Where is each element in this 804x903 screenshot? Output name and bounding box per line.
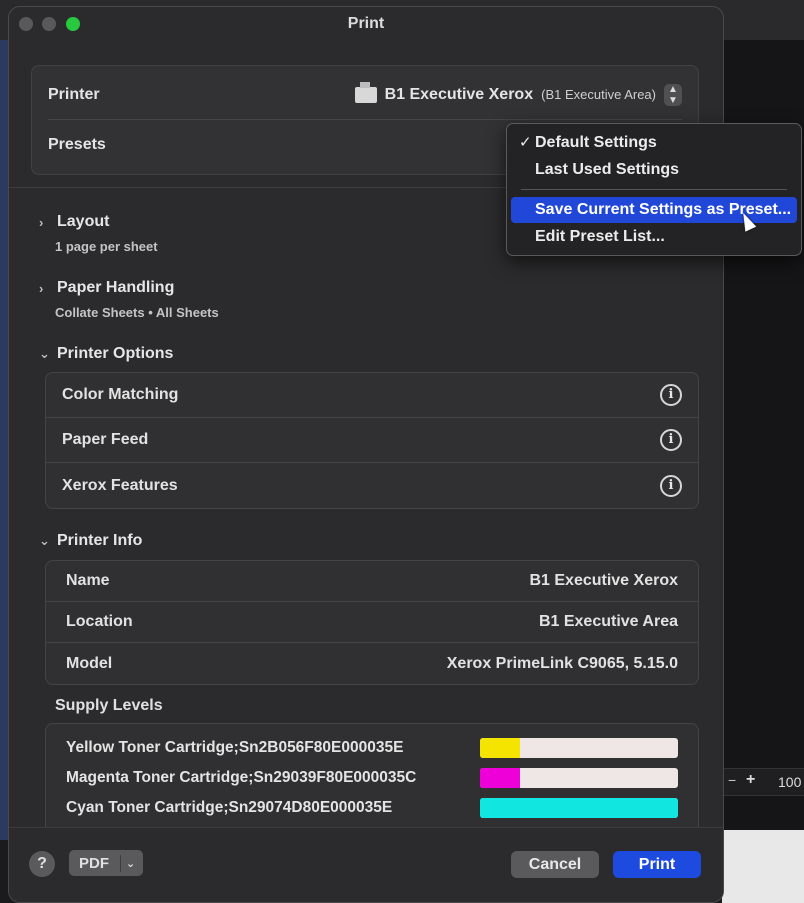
option-paper-feed[interactable]: Paper Feed i: [46, 418, 698, 463]
presets-label: Presets: [48, 136, 106, 153]
info-value: Xerox PrimeLink C9065, 5.15.0: [446, 654, 678, 672]
menu-item-edit-preset-list[interactable]: Edit Preset List...: [511, 224, 797, 250]
menu-item-last-used-settings[interactable]: Last Used Settings: [511, 157, 797, 183]
zoom-in-button[interactable]: +: [746, 771, 755, 789]
printer-name: B1 Executive Xerox: [384, 85, 534, 103]
supply-level-fill: [480, 798, 678, 818]
info-value: B1 Executive Xerox: [529, 572, 678, 589]
info-label: Name: [66, 572, 110, 589]
info-row-location: Location B1 Executive Area: [46, 602, 698, 643]
info-value: B1 Executive Area: [538, 613, 678, 630]
info-icon[interactable]: i: [660, 384, 682, 406]
supply-row-magenta: Magenta Toner Cartridge;Sn29039F80E00003…: [66, 764, 678, 792]
printer-options-list: Color Matching i Paper Feed i Xerox Feat…: [45, 372, 699, 509]
paper-handling-section-header[interactable]: › Paper Handling: [39, 279, 174, 297]
printer-info-section-header[interactable]: ⌄ Printer Info: [39, 532, 142, 550]
supply-label: Yellow Toner Cartridge;Sn2B056F80E000035…: [66, 739, 404, 756]
option-label: Paper Feed: [62, 431, 149, 448]
popup-stepper-icon: ▲ ▼: [664, 83, 682, 106]
chevron-right-icon: ›: [39, 214, 44, 230]
menu-item-label: Save Current Settings as Preset...: [535, 201, 792, 218]
printer-info-list: Name B1 Executive Xerox Location B1 Exec…: [45, 560, 699, 685]
background-app-left-edge: [0, 40, 8, 840]
menu-item-label: Default Settings: [535, 134, 657, 151]
info-label: Model: [66, 654, 113, 672]
checkmark-icon: ✓: [519, 134, 532, 151]
presets-dropdown-menu: ✓ Default Settings Last Used Settings Sa…: [506, 123, 802, 256]
menu-item-save-current-settings[interactable]: Save Current Settings as Preset...: [511, 197, 797, 223]
chevron-right-icon: ›: [39, 280, 44, 296]
window-title: Print: [347, 15, 385, 32]
paper-handling-summary: Collate Sheets • All Sheets: [55, 305, 219, 320]
help-button[interactable]: ?: [29, 851, 55, 877]
pdf-label: PDF: [69, 854, 121, 872]
chevron-down-icon: ⌄: [126, 857, 136, 870]
supply-label: Cyan Toner Cartridge;Sn29074D80E000035E: [66, 799, 393, 816]
supply-level-fill: [480, 768, 520, 788]
layout-summary: 1 page per sheet: [55, 239, 158, 254]
layout-title: Layout: [57, 213, 110, 230]
info-row-model: Model Xerox PrimeLink C9065, 5.15.0: [46, 643, 698, 684]
info-label: Location: [66, 613, 133, 630]
printer-options-title: Printer Options: [57, 345, 174, 362]
option-label: Xerox Features: [62, 476, 178, 494]
pdf-menu-button[interactable]: PDF ⌄: [69, 850, 143, 876]
printer-location-suffix: (B1 Executive Area): [541, 87, 656, 102]
menu-item-default-settings[interactable]: ✓ Default Settings: [511, 130, 797, 156]
menu-item-label: Last Used Settings: [535, 161, 680, 178]
printer-label: Printer: [48, 85, 100, 103]
print-button[interactable]: Print: [613, 851, 701, 878]
background-app-bottom: [722, 830, 804, 903]
option-color-matching[interactable]: Color Matching i: [46, 373, 698, 418]
zoom-out-button[interactable]: −: [728, 772, 736, 788]
supply-level-bar: [480, 738, 678, 758]
menu-separator: [521, 189, 787, 190]
printer-info-title: Printer Info: [57, 532, 143, 549]
supply-level-bar: [480, 798, 678, 818]
chevron-down-icon: ⌄: [39, 533, 50, 548]
dialog-footer: ? PDF ⌄ Cancel Print: [9, 827, 723, 902]
supply-row-yellow: Yellow Toner Cartridge;Sn2B056F80E000035…: [66, 734, 678, 762]
info-icon[interactable]: i: [660, 474, 682, 497]
title-bar: Print: [9, 7, 723, 41]
paper-handling-title: Paper Handling: [57, 279, 175, 296]
printer-icon: [354, 81, 377, 103]
printer-row: Printer B1 Executive Xerox (B1 Executive…: [48, 70, 682, 120]
supply-levels-list: Yellow Toner Cartridge;Sn2B056F80E000035…: [45, 723, 699, 843]
layout-section-header[interactable]: › Layout: [39, 213, 109, 231]
option-xerox-features[interactable]: Xerox Features i: [46, 463, 698, 508]
supply-row-cyan: Cyan Toner Cartridge;Sn29074D80E000035E: [66, 794, 678, 822]
supply-label: Magenta Toner Cartridge;Sn29039F80E00003…: [66, 769, 417, 786]
supply-levels-title: Supply Levels: [55, 697, 163, 714]
supply-level-fill: [480, 738, 520, 758]
background-zoom-toolbar: − + 100: [722, 768, 804, 796]
cancel-button[interactable]: Cancel: [511, 851, 599, 878]
info-row-name: Name B1 Executive Xerox: [46, 561, 698, 602]
info-icon[interactable]: i: [660, 429, 682, 451]
chevron-down-icon: ⌄: [39, 346, 50, 361]
printer-options-section-header[interactable]: ⌄ Printer Options: [39, 345, 173, 363]
printer-popup[interactable]: B1 Executive Xerox (B1 Executive Area) ▲…: [354, 81, 682, 106]
option-label: Color Matching: [62, 386, 179, 403]
zoom-level: 100: [778, 774, 802, 790]
menu-item-label: Edit Preset List...: [535, 228, 665, 245]
supply-level-bar: [480, 768, 678, 788]
